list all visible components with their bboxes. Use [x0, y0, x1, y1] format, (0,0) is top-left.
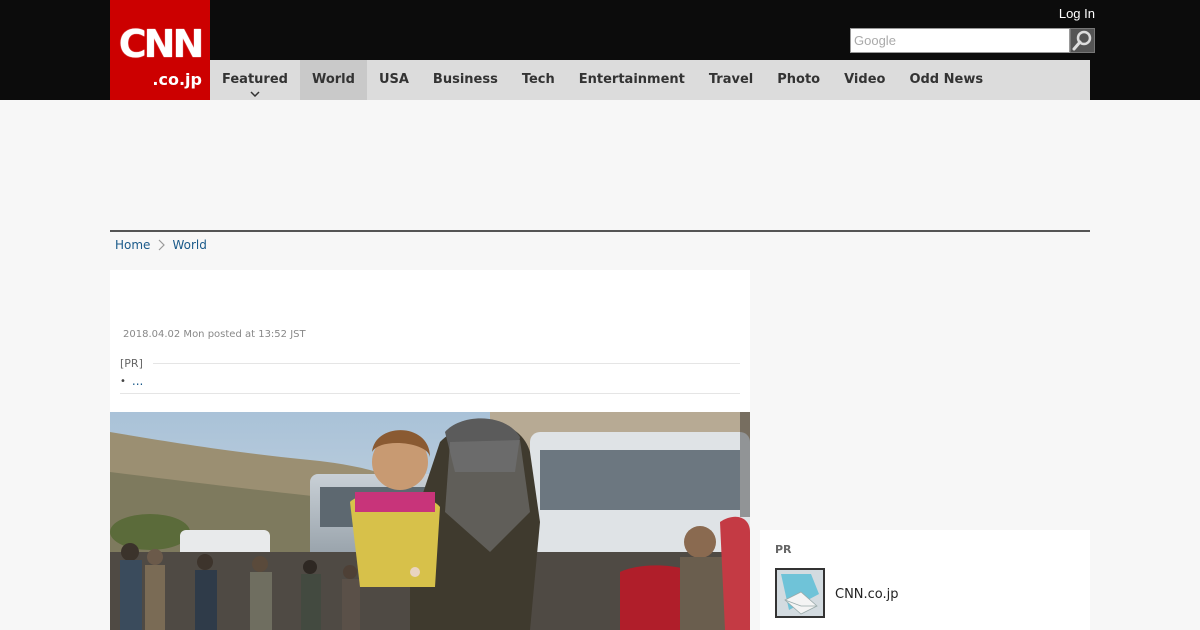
ad-banner-space	[110, 100, 1090, 230]
main-nav: Featured World USA Business Tech Enterta…	[210, 60, 1090, 100]
logo-wordmark: CNN	[118, 22, 205, 66]
sidebar-pr-link[interactable]: CNN.co.jp	[835, 587, 899, 602]
breadcrumb-world[interactable]: World	[172, 238, 206, 252]
magnifier-icon	[1072, 30, 1092, 51]
logo-domain: .co.jp	[152, 70, 202, 89]
nav-item-entertainment[interactable]: Entertainment	[567, 60, 697, 100]
pr-item-link[interactable]: ...	[132, 374, 143, 388]
chevron-down-icon	[250, 91, 260, 97]
pr-label: [PR]	[120, 357, 143, 370]
breadcrumb: Home World	[115, 238, 207, 252]
article-photo-image	[110, 412, 750, 630]
nav-item-label: World	[311, 72, 355, 87]
breadcrumb-home[interactable]: Home	[115, 238, 150, 252]
nav-item-business[interactable]: Business	[421, 60, 510, 100]
nav-item-label: Featured	[222, 72, 288, 87]
login-link[interactable]: Log In	[1059, 6, 1095, 21]
chevron-right-icon	[159, 239, 166, 251]
article-photo[interactable]	[110, 412, 750, 630]
nav-item-odd-news[interactable]: Odd News	[897, 60, 995, 100]
nav-item-label: Odd News	[909, 72, 984, 87]
pr-header: [PR]	[120, 357, 740, 370]
pr-links: [PR] • ...	[120, 357, 740, 394]
sidebar-pr-title: PR	[775, 543, 792, 556]
search-button[interactable]	[1070, 28, 1095, 53]
nav-item-label: Video	[844, 72, 886, 87]
article-timestamp: 2018.04.02 Mon posted at 13:52 JST	[123, 329, 306, 340]
pr-item: • ...	[120, 374, 740, 388]
nav-item-world[interactable]: World	[299, 60, 367, 100]
nav-item-tech[interactable]: Tech	[510, 60, 567, 100]
pr-divider	[152, 363, 740, 364]
nav-item-usa[interactable]: USA	[367, 60, 421, 100]
nav-item-label: Travel	[708, 72, 754, 87]
nav-item-video[interactable]: Video	[832, 60, 897, 100]
article-card: 2018.04.02 Mon posted at 13:52 JST [PR] …	[110, 270, 750, 630]
nav-item-travel[interactable]: Travel	[697, 60, 765, 100]
pr-divider	[120, 393, 740, 394]
nav-item-featured[interactable]: Featured	[210, 60, 300, 100]
mail-icon	[777, 570, 823, 616]
nav-item-photo[interactable]: Photo	[765, 60, 832, 100]
search-input[interactable]	[850, 28, 1070, 53]
nav-item-label: Photo	[777, 72, 821, 87]
nav-item-label: Business	[432, 72, 498, 87]
nav-item-label: Entertainment	[578, 72, 685, 87]
nav-item-label: Tech	[521, 72, 555, 87]
cnn-logo[interactable]: CNN .co.jp	[110, 0, 210, 100]
sidebar-pr-thumbnail[interactable]	[775, 568, 825, 618]
sidebar-pr-card: PR CNN.co.jp	[760, 530, 1090, 630]
section-divider	[110, 230, 1090, 232]
bullet-icon: •	[120, 375, 126, 387]
nav-item-label: USA	[378, 72, 409, 87]
